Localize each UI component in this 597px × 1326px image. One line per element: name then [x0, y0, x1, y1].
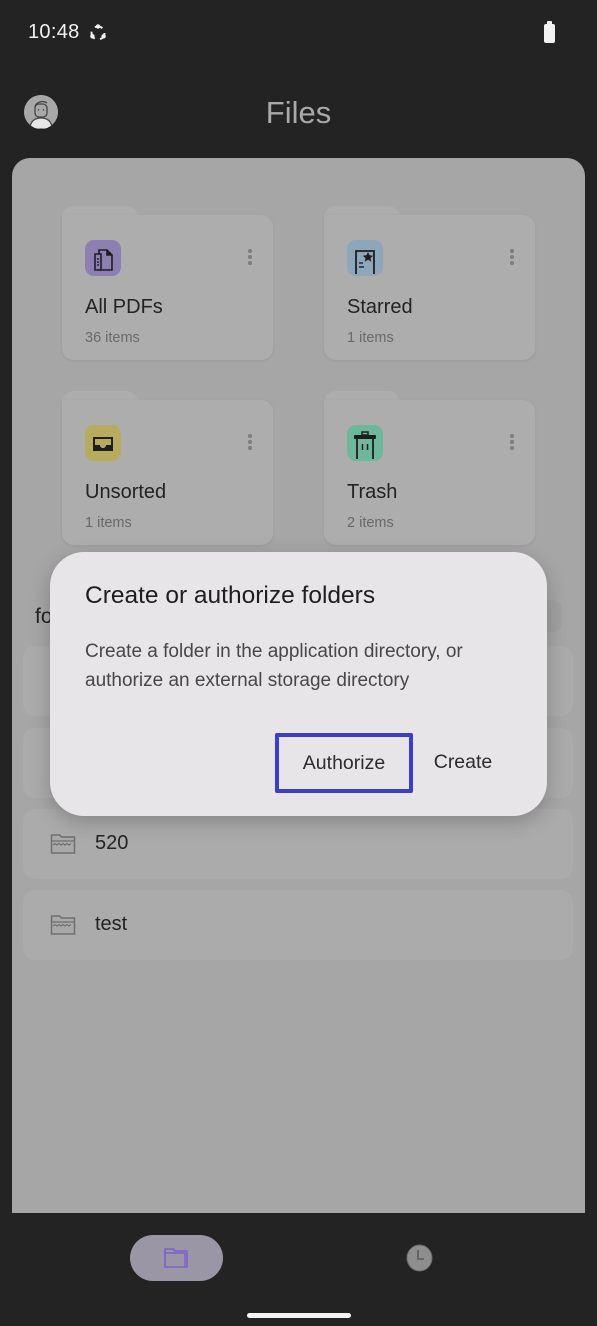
folder-icon: [50, 915, 76, 935]
page-title: Files: [265, 95, 332, 130]
category-card-all-pdfs[interactable]: All PDFs 36 items: [62, 206, 273, 360]
more-options-icon[interactable]: [509, 249, 515, 267]
more-options-icon[interactable]: [247, 249, 253, 267]
sync-icon: [90, 24, 106, 41]
category-name: Starred: [347, 296, 413, 318]
folder-icon: [50, 834, 76, 854]
category-count: 2 items: [347, 515, 394, 531]
folder-icon: [164, 1248, 188, 1268]
category-card-starred[interactable]: Starred 1 items: [324, 206, 535, 360]
category-count: 36 items: [85, 330, 140, 346]
trash-icon: [347, 425, 383, 461]
dialog-title: Create or authorize folders: [85, 582, 376, 609]
documents-icon: [85, 240, 121, 276]
folder-row[interactable]: test: [23, 890, 573, 960]
category-card-unsorted[interactable]: Unsorted 1 items: [62, 391, 273, 545]
inbox-tray-icon: [85, 425, 121, 461]
folder-name: test: [95, 913, 128, 935]
category-name: Unsorted: [85, 481, 167, 503]
more-options-icon[interactable]: [509, 434, 515, 452]
status-bar: 10:48: [0, 0, 597, 66]
create-or-authorize-dialog: Create or authorize folders Create a fol…: [50, 552, 547, 816]
gesture-navigation-bar[interactable]: [247, 1313, 351, 1318]
category-name: Trash: [347, 481, 398, 503]
folder-name: 520: [95, 832, 129, 854]
category-card-trash[interactable]: Trash 2 items: [324, 391, 535, 545]
dialog-message: Create a folder in the application direc…: [85, 641, 463, 691]
folder-row[interactable]: 520: [23, 809, 573, 879]
category-name: All PDFs: [85, 296, 163, 318]
nav-tab-files[interactable]: [130, 1235, 223, 1281]
category-count: 1 items: [347, 330, 394, 346]
battery-icon: [544, 21, 555, 43]
status-time: 10:48: [28, 21, 80, 43]
more-options-icon[interactable]: [247, 434, 253, 452]
create-button[interactable]: Create: [422, 732, 504, 792]
authorize-button[interactable]: Authorize: [275, 733, 413, 793]
starred-document-icon: [347, 240, 383, 276]
category-count: 1 items: [85, 515, 132, 531]
clock-icon[interactable]: [406, 1244, 433, 1272]
